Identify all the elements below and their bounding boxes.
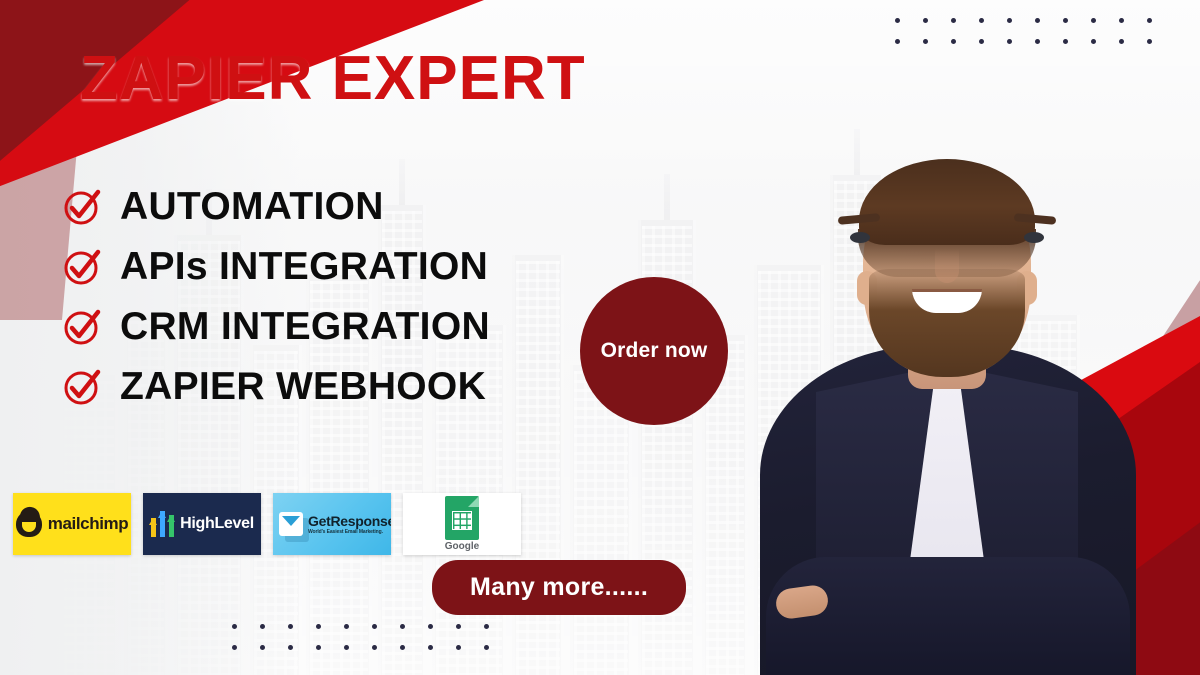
decor-dot (232, 645, 237, 650)
decor-dot (288, 645, 293, 650)
highlevel-arrows-icon (149, 511, 176, 537)
mailchimp-monkey-icon (15, 511, 42, 537)
mailchimp-wordmark: mailchimp (47, 514, 129, 533)
getresponse-envelope-icon (279, 512, 303, 536)
poster-canvas: ZAPIER EXPERT AUTOMATION APIs INTEGRATIO… (0, 0, 1200, 675)
decor-dot (456, 645, 461, 650)
feature-item-apis-integration: APIs INTEGRATION (62, 245, 490, 289)
decor-dot (1063, 18, 1068, 23)
hair (859, 159, 1035, 245)
decor-dot (1147, 18, 1152, 23)
decor-dot (1091, 18, 1096, 23)
many-more-badge[interactable]: Many more...... (432, 560, 687, 615)
order-now-button[interactable]: Order now (580, 277, 728, 425)
check-circle-icon (62, 187, 102, 227)
decor-dot (923, 18, 928, 23)
feature-label: CRM INTEGRATION (120, 305, 490, 348)
decor-dot (1007, 18, 1012, 23)
feature-label: APIs INTEGRATION (120, 245, 489, 288)
decor-dot (372, 645, 377, 650)
decor-dot (951, 18, 956, 23)
highlevel-wordmark: HighLevel (180, 515, 254, 532)
crossed-arms (766, 557, 1130, 675)
decor-dot (979, 18, 984, 23)
decor-dot (344, 624, 349, 629)
page-title: ZAPIER EXPERT (80, 44, 586, 113)
decor-dot (400, 645, 405, 650)
getresponse-tagline: World's Easiest Email Marketing. (308, 528, 383, 535)
decor-dot (1035, 18, 1040, 23)
logo-highlevel[interactable]: HighLevel (143, 493, 261, 555)
decor-dot (895, 18, 900, 23)
decor-dot (288, 624, 293, 629)
decor-dot (232, 624, 237, 629)
logo-mailchimp[interactable]: mailchimp (13, 493, 131, 555)
feature-label: ZAPIER WEBHOOK (120, 365, 487, 408)
eye-right (1024, 232, 1044, 243)
person-photo (732, 35, 1162, 675)
eye-left (850, 232, 870, 243)
google-sheets-icon (445, 496, 479, 540)
decor-dot (428, 645, 433, 650)
decor-dot (484, 624, 489, 629)
decor-dot (260, 645, 265, 650)
decor-dot (1119, 18, 1124, 23)
google-sheets-wordmark: Google (444, 541, 480, 552)
decor-dot (428, 624, 433, 629)
check-circle-icon (62, 307, 102, 347)
check-circle-icon (62, 367, 102, 407)
decor-dot (344, 645, 349, 650)
feature-list: AUTOMATION APIs INTEGRATION CRM INTEGRAT… (62, 185, 490, 409)
nose (935, 249, 959, 283)
logo-google-sheets[interactable]: Google (403, 493, 521, 555)
many-more-label: Many more...... (470, 573, 649, 601)
decor-dot (484, 645, 489, 650)
getresponse-wordmark: GetResponse (308, 512, 391, 529)
feature-label: AUTOMATION (120, 185, 384, 228)
decor-dot (400, 624, 405, 629)
decor-dot (456, 624, 461, 629)
dot-grid-bottom-left (232, 624, 489, 650)
feature-item-crm-integration: CRM INTEGRATION (62, 305, 490, 349)
feature-item-zapier-webhook: ZAPIER WEBHOOK (62, 365, 490, 409)
feature-item-automation: AUTOMATION (62, 185, 490, 229)
decor-dot (260, 624, 265, 629)
decor-dot (316, 624, 321, 629)
logo-getresponse[interactable]: GetResponse World's Easiest Email Market… (273, 493, 391, 555)
check-circle-icon (62, 247, 102, 287)
order-now-label: Order now (600, 339, 708, 362)
decor-dot (316, 645, 321, 650)
decor-dot (372, 624, 377, 629)
integration-logo-strip: mailchimp HighLevel GetResponse World's … (13, 493, 521, 555)
